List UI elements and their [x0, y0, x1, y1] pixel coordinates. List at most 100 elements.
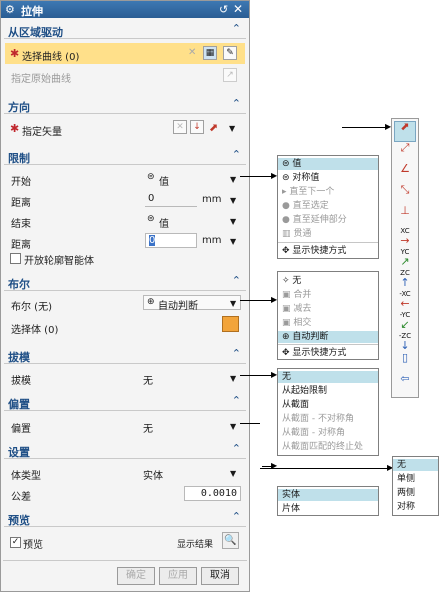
back-arrow-icon[interactable]: ⇦ — [395, 373, 415, 394]
menu-item[interactable]: ✥ 显示快捷方式 — [278, 245, 378, 257]
reverse-direction-icon[interactable]: ↓ — [190, 120, 204, 134]
vector-dialog-icon[interactable]: ⬈ — [209, 121, 218, 134]
sketch-section-icon[interactable]: ✎ — [223, 46, 237, 60]
view-direction-icon[interactable]: ▯ — [395, 352, 415, 373]
close-icon[interactable]: ✕ — [233, 2, 243, 16]
offset-options-menu: 无 单侧 两侧 对称 — [392, 456, 439, 516]
menu-item[interactable]: ▸ 直至下一个 — [278, 186, 378, 198]
zc-axis-icon[interactable]: ZC ↑ — [395, 269, 415, 289]
curve-rule-icon[interactable]: ▦ — [203, 46, 217, 60]
collapse-chevron-icon[interactable]: ⌃ — [232, 347, 241, 360]
start-distance-input[interactable]: 0 — [145, 192, 197, 207]
collapse-chevron-icon[interactable]: ⌃ — [232, 442, 241, 455]
menu-item[interactable]: ▥ 贯通 — [278, 228, 378, 240]
divider — [3, 560, 247, 561]
menu-item[interactable]: ▣ 合并 — [278, 289, 378, 301]
section-limits[interactable]: 限制 ⌃ — [4, 148, 246, 165]
neg-zc-axis-icon[interactable]: -ZC ↓ — [395, 332, 415, 352]
menu-item[interactable]: ▣ 相交 — [278, 317, 378, 329]
menu-item-label: 无 — [292, 276, 302, 286]
menu-item[interactable]: 对称 — [393, 501, 438, 513]
yc-axis-icon[interactable]: YC ↗ — [395, 248, 415, 268]
end-distance-input[interactable]: 0 — [145, 233, 197, 248]
start-dropdown[interactable]: 值 — [159, 173, 169, 188]
tolerance-input[interactable]: 0.0010 — [184, 486, 241, 501]
collapse-chevron-icon[interactable]: ⌃ — [232, 97, 241, 110]
deselect-icon[interactable]: ✕ — [188, 47, 196, 58]
title-bar[interactable]: ⚙ 拉伸 ↺ ✕ — [1, 1, 249, 18]
angle-icon[interactable]: ∠ — [395, 163, 415, 184]
menu-item[interactable]: 两侧 — [393, 487, 438, 499]
collapse-chevron-icon[interactable]: ⌃ — [232, 394, 241, 407]
section-preview[interactable]: 预览 ⌃ — [4, 510, 246, 527]
boolean-dropdown-arrow-icon[interactable]: ▼ — [230, 299, 236, 308]
value-icon: ⊜ — [147, 214, 155, 224]
vector-dropdown-arrow-icon[interactable]: ▼ — [229, 124, 235, 133]
body-type-dropdown[interactable]: 实体 — [143, 467, 163, 482]
apply-button[interactable]: 应用 — [159, 567, 197, 585]
menu-item[interactable]: ▣ 减去 — [278, 303, 378, 315]
section-draft[interactable]: 拔模 ⌃ — [4, 347, 246, 364]
menu-item[interactable]: ⊕ 自动判断 — [278, 331, 378, 343]
offset-dropdown-arrow-icon[interactable]: ▼ — [230, 422, 236, 431]
plane-normal-icon[interactable]: ⊥ — [395, 205, 415, 226]
origin-curve-icon[interactable]: ↗ — [223, 68, 237, 82]
end-dropdown-arrow-icon[interactable]: ▼ — [230, 217, 236, 226]
menu-item[interactable]: 从起始限制 — [278, 385, 378, 397]
cancel-button[interactable]: 取消 — [201, 567, 239, 585]
section-direction[interactable]: 方向 ⌃ — [4, 97, 246, 114]
open-profile-checkbox[interactable] — [10, 253, 21, 264]
menu-item[interactable]: 无 — [278, 371, 378, 383]
section-settings[interactable]: 设置 ⌃ — [4, 442, 246, 459]
deselect-icon[interactable]: ✕ — [173, 120, 187, 134]
vector-glyph: → — [400, 234, 410, 247]
end-dropdown[interactable]: 值 — [159, 215, 169, 230]
menu-item[interactable]: 从截面 - 不对称角 — [278, 413, 378, 425]
value-icon: ⊜ — [147, 172, 155, 182]
menu-item[interactable]: 从截面 — [278, 399, 378, 411]
xc-axis-icon[interactable]: XC → — [395, 227, 415, 247]
collapse-chevron-icon[interactable]: ⌃ — [232, 22, 241, 35]
draft-options-menu: 无 从起始限制 从截面 从截面 - 不对称角 从截面 - 对称角 从截面匹配的终… — [277, 368, 379, 456]
unit-dropdown-arrow-icon[interactable]: ▼ — [230, 196, 236, 205]
vector-glyph: ⬈ — [400, 120, 410, 133]
menu-item[interactable]: ⊜ 值 — [278, 158, 378, 170]
ok-button[interactable]: 确定 — [117, 567, 155, 585]
neg-yc-axis-icon[interactable]: -YC ↙ — [395, 311, 415, 331]
menu-item[interactable]: 无 — [393, 459, 438, 471]
section-offset[interactable]: 偏置 ⌃ — [4, 394, 246, 411]
menu-item[interactable]: ⊜ 对称值 — [278, 172, 378, 184]
menu-item[interactable]: ✥ 显示快捷方式 — [278, 347, 378, 359]
menu-item[interactable]: ● 直至延伸部分 — [278, 214, 378, 226]
menu-item[interactable]: ● 直至选定 — [278, 200, 378, 212]
collapse-chevron-icon[interactable]: ⌃ — [232, 148, 241, 161]
show-result-icon[interactable]: 🔍 — [222, 532, 239, 549]
section-region[interactable]: 从区域驱动 ⌃ — [4, 22, 246, 39]
preview-checkbox[interactable]: ✓ — [10, 537, 21, 548]
unit-dropdown-arrow-icon[interactable]: ▼ — [230, 237, 236, 246]
start-dropdown-arrow-icon[interactable]: ▼ — [230, 175, 236, 184]
offset-dropdown[interactable]: 无 — [143, 420, 153, 435]
draft-dropdown-arrow-icon[interactable]: ▼ — [230, 374, 236, 383]
menu-item[interactable]: ✧ 无 — [278, 275, 378, 287]
collapse-chevron-icon[interactable]: ⌃ — [232, 510, 241, 523]
menu-item-label: 合并 — [293, 290, 312, 300]
inferred-vector-icon[interactable]: ⬈ — [395, 120, 415, 142]
gear-icon[interactable]: ⚙ — [5, 3, 15, 16]
edge-axis-icon[interactable]: ⤡ — [395, 184, 415, 205]
menu-item-label: 相交 — [293, 318, 312, 328]
neg-xc-axis-icon[interactable]: -XC ← — [395, 290, 415, 310]
menu-item[interactable]: 实体 — [278, 489, 378, 501]
menu-item[interactable]: 单侧 — [393, 473, 438, 485]
draft-dropdown[interactable]: 无 — [143, 372, 153, 387]
menu-item[interactable]: 从截面 - 对称角 — [278, 427, 378, 439]
menu-item[interactable]: 片体 — [278, 503, 378, 515]
select-body-icon[interactable] — [222, 316, 239, 332]
two-points-icon[interactable]: ⤢ — [395, 142, 415, 163]
collapse-chevron-icon[interactable]: ⌃ — [232, 274, 241, 287]
reset-icon[interactable]: ↺ — [219, 3, 228, 16]
menu-item-label: 减去 — [293, 304, 312, 314]
body-type-dropdown-arrow-icon[interactable]: ▼ — [230, 469, 236, 478]
section-boolean[interactable]: 布尔 ⌃ — [4, 274, 246, 291]
menu-item[interactable]: 从截面匹配的终止处 — [278, 441, 378, 453]
